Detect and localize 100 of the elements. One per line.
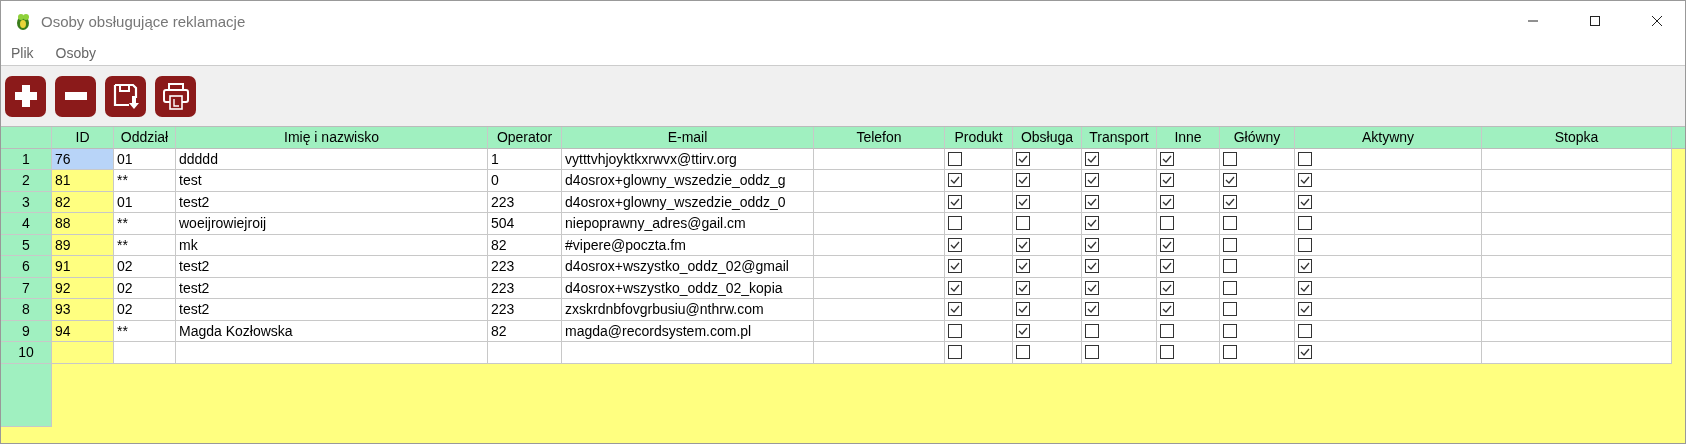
table-cell[interactable] [1013,170,1082,192]
table-cell[interactable]: #vipere@poczta.fm [562,234,814,256]
checkbox[interactable] [948,173,962,188]
table-cell[interactable]: 76 [52,148,114,170]
table-cell[interactable] [1295,234,1482,256]
checkbox[interactable] [1085,173,1099,188]
row-header[interactable]: 6 [1,256,52,278]
table-cell[interactable]: 0 [488,170,562,192]
table-cell[interactable] [1220,342,1295,364]
checkbox[interactable] [1016,323,1030,338]
checkbox[interactable] [1223,345,1237,360]
column-header[interactable]: Główny [1220,127,1295,149]
table-cell[interactable] [1482,148,1672,170]
column-header[interactable]: Operator [488,127,562,149]
table-cell[interactable] [945,342,1013,364]
checkbox[interactable] [1223,194,1237,209]
checkbox[interactable] [948,194,962,209]
table-cell[interactable] [562,342,814,364]
table-cell[interactable]: 02 [114,299,176,321]
table-cell[interactable] [945,191,1013,213]
checkbox[interactable] [948,280,962,295]
table-cell[interactable] [1082,213,1157,235]
table-cell[interactable] [1013,191,1082,213]
maximize-icon[interactable] [1589,15,1601,27]
table-cell[interactable] [1220,299,1295,321]
table-cell[interactable] [1220,213,1295,235]
checkbox[interactable] [1085,194,1099,209]
table-cell[interactable]: 02 [114,256,176,278]
row-header[interactable]: 10 [1,342,52,364]
table-cell[interactable] [1482,277,1672,299]
table-cell[interactable] [1220,234,1295,256]
table-cell[interactable] [1482,299,1672,321]
table-cell[interactable] [1220,191,1295,213]
table-cell[interactable] [814,299,945,321]
checkbox[interactable] [1016,259,1030,274]
row-header[interactable]: 9 [1,320,52,342]
table-cell[interactable] [1157,170,1220,192]
table-cell[interactable] [814,256,945,278]
checkbox[interactable] [948,259,962,274]
column-header[interactable]: Obsługa [1013,127,1082,149]
table-cell[interactable] [1157,299,1220,321]
table-cell[interactable]: 223 [488,277,562,299]
table-cell[interactable] [945,277,1013,299]
menu-item[interactable]: Plik [11,45,34,61]
table-cell[interactable] [945,148,1013,170]
table-cell[interactable]: mk [176,234,488,256]
table-cell[interactable]: zxskrdnbfovgrbusiu@nthrw.com [562,299,814,321]
table-cell[interactable] [1082,170,1157,192]
table-cell[interactable]: 92 [52,277,114,299]
table-cell[interactable] [1220,170,1295,192]
column-header[interactable]: Inne [1157,127,1220,149]
print-button[interactable] [155,75,196,117]
table-cell[interactable] [814,342,945,364]
table-cell[interactable] [1157,191,1220,213]
table-cell[interactable] [1295,256,1482,278]
table-cell[interactable] [1295,170,1482,192]
table-cell[interactable]: 82 [488,234,562,256]
table-cell[interactable] [1220,256,1295,278]
table-cell[interactable] [1482,320,1672,342]
column-header[interactable]: Transport [1082,127,1157,149]
checkbox[interactable] [1223,302,1237,317]
table-cell[interactable] [1013,213,1082,235]
table-cell[interactable]: 94 [52,320,114,342]
table-cell[interactable] [814,234,945,256]
table-cell[interactable]: 82 [52,191,114,213]
column-header[interactable]: Oddział [114,127,176,149]
table-cell[interactable] [814,320,945,342]
table-cell[interactable]: test2 [176,277,488,299]
table-cell[interactable] [1013,342,1082,364]
checkbox[interactable] [1298,302,1312,317]
table-cell[interactable]: d4osrox+wszystko_oddz_02@gmail [562,256,814,278]
column-header[interactable]: Stopka [1482,127,1672,149]
row-header[interactable]: 2 [1,170,52,192]
table-cell[interactable] [1082,342,1157,364]
table-cell[interactable] [1157,320,1220,342]
table-cell[interactable]: magda@recordsystem.com.pl [562,320,814,342]
checkbox[interactable] [1085,216,1099,231]
table-cell[interactable] [1295,148,1482,170]
checkbox[interactable] [1160,173,1174,188]
checkbox[interactable] [1085,151,1099,166]
table-cell[interactable]: 223 [488,191,562,213]
table-cell[interactable] [1157,213,1220,235]
checkbox[interactable] [948,237,962,252]
table-cell[interactable] [945,213,1013,235]
row-header[interactable]: 5 [1,234,52,256]
add-button[interactable] [5,75,46,117]
table-cell[interactable] [1295,213,1482,235]
checkbox[interactable] [1298,237,1312,252]
table-cell[interactable] [1157,234,1220,256]
table-cell[interactable]: ** [114,170,176,192]
checkbox[interactable] [1298,345,1312,360]
table-cell[interactable] [1295,342,1482,364]
table-cell[interactable]: test2 [176,191,488,213]
table-cell[interactable] [945,320,1013,342]
checkbox[interactable] [1016,173,1030,188]
row-header[interactable]: 4 [1,213,52,235]
checkbox[interactable] [1298,216,1312,231]
table-cell[interactable] [1220,277,1295,299]
checkbox[interactable] [1085,259,1099,274]
row-header[interactable]: 3 [1,191,52,213]
